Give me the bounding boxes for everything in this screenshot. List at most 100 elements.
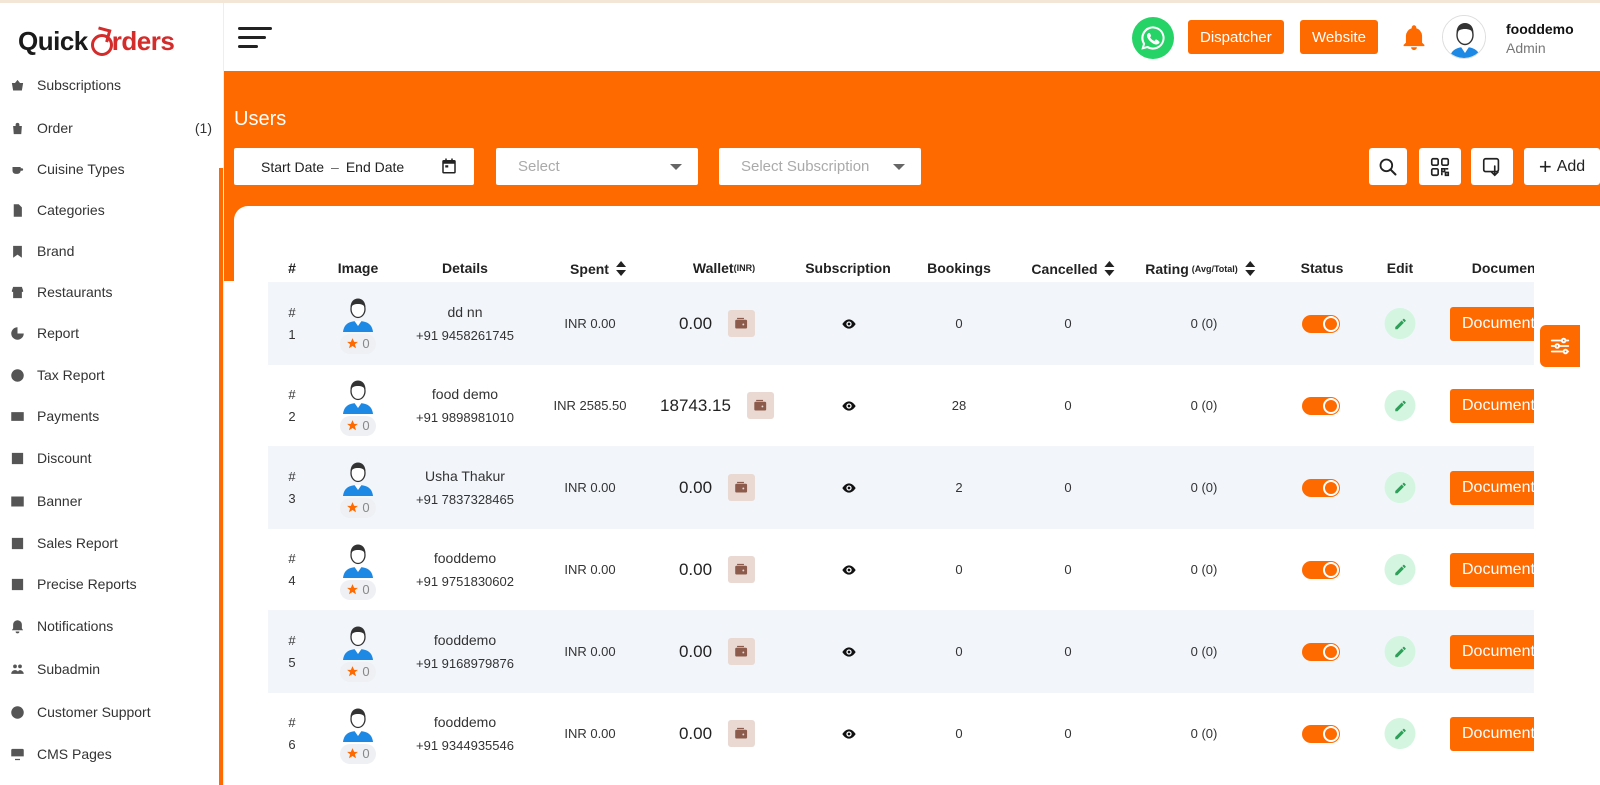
status-toggle[interactable]: [1302, 446, 1340, 529]
sidebar-item-payments[interactable]: Payments: [0, 398, 218, 434]
bell-icon[interactable]: [1400, 23, 1428, 53]
sort-icon[interactable]: [1104, 260, 1115, 278]
row-index: #6: [288, 714, 296, 752]
wallet-icon[interactable]: [728, 310, 756, 337]
sidebar-item-brand[interactable]: Brand: [0, 233, 218, 269]
sort-icon[interactable]: [615, 260, 626, 278]
add-user-button[interactable]: + Add: [1524, 148, 1600, 185]
avatar[interactable]: [1442, 15, 1486, 59]
app-logo[interactable]: Quick rders: [18, 21, 175, 61]
status-toggle[interactable]: [1302, 528, 1340, 611]
status-toggle[interactable]: [1302, 692, 1340, 775]
sidebar-item-cms-pages[interactable]: CMS Pages: [0, 736, 218, 772]
sidebar-item-label: Tax Report: [37, 367, 105, 383]
whatsapp-icon[interactable]: [1132, 17, 1174, 59]
col-rating[interactable]: Rating (Avg/Total): [1145, 260, 1255, 278]
status-toggle[interactable]: [1302, 610, 1340, 693]
website-button[interactable]: Website: [1300, 20, 1378, 54]
document-button[interactable]: Document: [1450, 553, 1547, 587]
document-button[interactable]: Document: [1450, 389, 1547, 423]
start-date-input[interactable]: Start Date: [261, 159, 324, 175]
sort-icon[interactable]: [1244, 260, 1255, 278]
basket-icon: [10, 78, 25, 93]
wallet-icon[interactable]: [746, 392, 774, 419]
sidebar-item-categories[interactable]: Categories: [0, 192, 218, 228]
search-button[interactable]: [1369, 148, 1407, 185]
wallet-icon[interactable]: [728, 638, 756, 665]
export-button[interactable]: [1471, 148, 1513, 185]
sidebar-item-discount[interactable]: Discount: [0, 440, 218, 476]
sidebar-item-precise-reports[interactable]: Precise Reports: [0, 566, 218, 602]
status-toggle[interactable]: [1302, 282, 1340, 365]
sidebar-item-subscriptions[interactable]: Subscriptions: [0, 67, 218, 103]
subscription-select[interactable]: Select Subscription: [719, 148, 921, 185]
eye-icon: [842, 482, 856, 493]
pencil-icon: [1394, 400, 1406, 411]
wallet-amount: 0.00: [678, 559, 713, 579]
document-button[interactable]: Document: [1450, 635, 1547, 669]
sidebar-item-report[interactable]: Report: [0, 315, 218, 351]
edit-button[interactable]: [1384, 446, 1416, 529]
users-table-card: # Image Details Spent Wallet (INR) Subscr…: [234, 206, 1600, 785]
user-details: fooddemo +91 9344935546: [416, 692, 514, 775]
filter-select[interactable]: Select: [496, 148, 698, 185]
document-button[interactable]: Document: [1450, 717, 1547, 751]
row-index: #3: [288, 468, 296, 506]
rating-value: 0 (0): [1190, 726, 1218, 741]
view-subscription-button[interactable]: [841, 528, 857, 611]
view-subscription-button[interactable]: [841, 446, 857, 529]
wallet-cell: 0.00: [679, 692, 756, 775]
settings-panel-toggle[interactable]: [1540, 325, 1580, 367]
sidebar-item-restaurants[interactable]: Restaurants: [0, 274, 218, 310]
sidebar-scrollbar[interactable]: [219, 168, 223, 785]
col-cancelled-label: Cancelled: [1031, 261, 1098, 277]
col-cancelled[interactable]: Cancelled: [1031, 260, 1115, 278]
status-toggle[interactable]: [1302, 364, 1340, 447]
sidebar-item-order[interactable]: Order (1): [0, 110, 218, 146]
view-subscription-button[interactable]: [841, 282, 857, 365]
sidebar-item-notifications[interactable]: Notifications: [0, 608, 218, 644]
user-details: food demo +91 9898981010: [416, 364, 514, 447]
edit-button[interactable]: [1384, 692, 1416, 775]
spent-value: INR 2585.50: [553, 398, 627, 413]
sidebar-item-cuisine-types[interactable]: Cuisine Types: [0, 151, 218, 187]
spent-value: INR 0.00: [564, 562, 616, 577]
view-subscription-button[interactable]: [841, 364, 857, 447]
dispatcher-button[interactable]: Dispatcher: [1188, 20, 1284, 54]
card-icon: [10, 409, 25, 424]
date-range-picker[interactable]: Start Date – End Date: [234, 148, 474, 185]
wallet-icon[interactable]: [728, 556, 756, 583]
col-spent[interactable]: Spent: [570, 260, 626, 278]
edit-button[interactable]: [1384, 364, 1416, 447]
chart-icon: [10, 577, 25, 592]
plus-icon: +: [1538, 153, 1552, 179]
view-subscription-button[interactable]: [841, 692, 857, 775]
wallet-icon[interactable]: [728, 720, 756, 747]
sidebar-item-customer-support[interactable]: Customer Support: [0, 694, 218, 730]
col-document: Document: [1471, 260, 1541, 276]
cms-icon: [10, 747, 25, 762]
calendar-icon[interactable]: [440, 157, 458, 175]
sidebar-item-tax-report[interactable]: Tax Report: [0, 357, 218, 393]
document-button[interactable]: Document: [1450, 471, 1547, 505]
wallet-icon[interactable]: [728, 474, 756, 501]
user-phone: +91 9344935546: [416, 737, 514, 753]
wallet-amount: 0.00: [678, 641, 713, 661]
document-button[interactable]: Document: [1450, 307, 1547, 341]
view-subscription-button[interactable]: [841, 610, 857, 693]
user-image: 0: [340, 282, 376, 365]
sidebar-item-banner[interactable]: Banner: [0, 483, 218, 519]
star-rating-chip: 0: [340, 497, 376, 518]
col-wallet-label: Wallet: [692, 260, 734, 276]
edit-button[interactable]: [1384, 528, 1416, 611]
edit-button[interactable]: [1384, 610, 1416, 693]
end-date-input[interactable]: End Date: [346, 159, 404, 175]
menu-toggle-button[interactable]: [238, 25, 272, 51]
sidebar-item-subadmin[interactable]: Subadmin: [0, 651, 218, 687]
sidebar-item-sales-report[interactable]: Sales Report: [0, 525, 218, 561]
qr-code-button[interactable]: [1419, 148, 1461, 185]
user-details: Usha Thakur +91 7837328465: [416, 446, 514, 529]
cancelled-value: 0: [1064, 398, 1072, 413]
edit-button[interactable]: [1384, 282, 1416, 365]
sidebar-item-label: Categories: [37, 202, 105, 218]
